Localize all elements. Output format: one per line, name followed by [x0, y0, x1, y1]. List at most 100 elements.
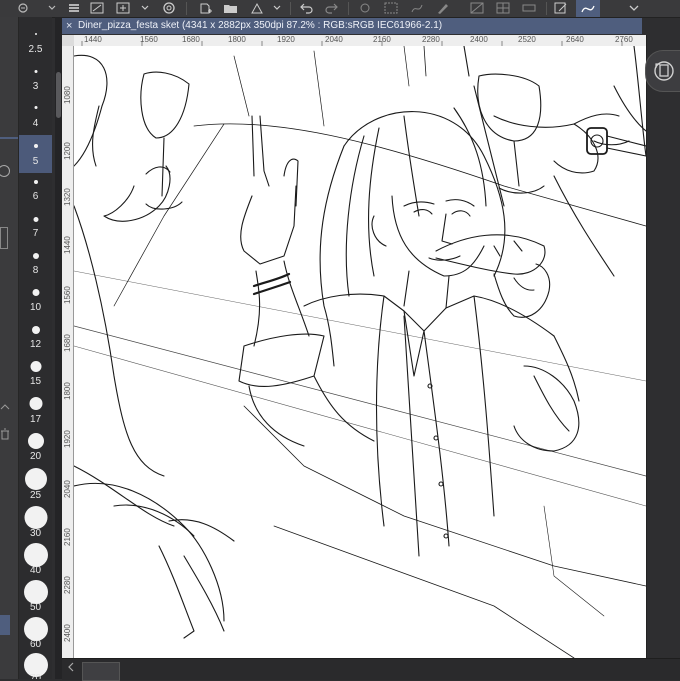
lasso-icon[interactable]: [160, 0, 178, 16]
ruler-label: 2280: [63, 576, 72, 594]
brush-size-item[interactable]: 8: [19, 248, 52, 284]
ruler-label: 2280: [422, 35, 440, 44]
brush-size-list: 2.5 3 4 5 6 7 8 10 12 15 17 20 25 30 40 …: [19, 17, 52, 679]
ruler-label: 1440: [84, 35, 102, 44]
ruler-label: 1800: [228, 35, 246, 44]
ruler-label: 2400: [63, 624, 72, 642]
brush-size-label: 6: [32, 191, 39, 202]
brush-size-label: 5: [32, 156, 39, 167]
brush-size-label: 25: [29, 490, 42, 501]
undo-icon[interactable]: [298, 0, 316, 16]
ruler-label: 1920: [277, 35, 295, 44]
close-icon[interactable]: ×: [66, 18, 72, 34]
brush-size-item[interactable]: 4: [19, 101, 52, 137]
drawing-canvas[interactable]: [74, 46, 646, 658]
brush-size-item[interactable]: 60: [19, 617, 52, 655]
ruler-label: 2400: [470, 35, 488, 44]
brush-size-item[interactable]: 50: [19, 580, 52, 618]
chevron-up-icon[interactable]: [0, 400, 10, 410]
brush-size-label: 30: [29, 528, 42, 539]
transform-icon[interactable]: [356, 0, 374, 16]
brush-size-label: 8: [32, 265, 39, 276]
brush-size-item[interactable]: 30: [19, 506, 52, 544]
create-icon[interactable]: [196, 0, 214, 16]
ruler-label: 1920: [63, 430, 72, 448]
chevron-left-icon[interactable]: [67, 662, 75, 674]
ruler-corner: [62, 35, 74, 46]
open-icon[interactable]: [222, 0, 240, 16]
ruler-label: 2760: [615, 35, 633, 44]
ruler-label: 2160: [63, 528, 72, 546]
brush-size-item[interactable]: 15: [19, 359, 52, 395]
ruler-label: 1080: [63, 86, 72, 104]
chevron-down-icon[interactable]: [272, 0, 282, 16]
ruler-label: 2160: [373, 35, 391, 44]
right-panel: [646, 35, 680, 658]
ruler-label: 2640: [566, 35, 584, 44]
dropdown-icon[interactable]: [48, 0, 56, 16]
scrollbar-thumb[interactable]: [56, 72, 61, 118]
document-tab[interactable]: × Diner_pizza_festa sket (4341 x 2882px …: [62, 18, 642, 34]
brush-size-label: 3: [32, 81, 39, 92]
brush-size-item[interactable]: 10: [19, 285, 52, 321]
brush-size-label: 50: [29, 602, 42, 613]
panel-selected-marker: [0, 615, 10, 635]
ruler-left: 1080 1200 1320 1440 1560 1680 1800 1920 …: [62, 46, 74, 658]
ruler-label: 1560: [140, 35, 158, 44]
chevron-down-icon[interactable]: [140, 0, 150, 16]
brush-size-scrollbar[interactable]: [55, 17, 62, 679]
ruler-label: 2520: [518, 35, 536, 44]
trash-icon[interactable]: [0, 427, 10, 440]
left-tool-panel: [0, 17, 19, 679]
sketch-artwork: [74, 46, 646, 658]
redo-icon[interactable]: [322, 0, 340, 16]
brush-size-item[interactable]: 25: [19, 468, 52, 506]
brush-size-label: 20: [29, 451, 42, 462]
ruler-label: 1800: [63, 382, 72, 400]
rotate-canvas-icon[interactable]: [645, 50, 680, 92]
brush-size-label: 2.5: [28, 44, 43, 55]
canvas-fit-icon[interactable]: [88, 0, 106, 16]
grid-icon[interactable]: [494, 0, 512, 16]
navigator-thumbnail[interactable]: [82, 662, 120, 681]
brush-size-label: 15: [29, 376, 42, 387]
line-icon[interactable]: [576, 0, 600, 17]
brush-size-label: 4: [32, 118, 39, 129]
document-title: Diner_pizza_festa sket (4341 x 2882px 35…: [78, 20, 443, 31]
top-toolbar: [0, 0, 680, 18]
panel-handle-icon[interactable]: [0, 227, 8, 249]
brush-size-label: 12: [29, 339, 42, 350]
settings-icon[interactable]: [0, 165, 10, 177]
brush-size-item[interactable]: 6: [19, 174, 52, 210]
menu-icon[interactable]: [66, 0, 82, 16]
ruler-icon[interactable]: [520, 0, 538, 16]
brush-size-item[interactable]: 17: [19, 396, 52, 432]
brush-size-item[interactable]: 40: [19, 543, 52, 581]
bottom-status-bar: [62, 658, 680, 680]
brush-size-item[interactable]: 2.5: [19, 27, 52, 63]
edit-icon[interactable]: [552, 0, 570, 16]
smooth-icon[interactable]: [408, 0, 426, 16]
rectangle-select-icon[interactable]: [382, 0, 400, 16]
ruler-label: 1680: [63, 334, 72, 352]
brush-size-item[interactable]: 3: [19, 64, 52, 100]
brush-size-label: 70: [29, 673, 42, 679]
brush-size-label: 17: [29, 414, 42, 425]
brush-size-item[interactable]: 12: [19, 322, 52, 358]
brush-size-item[interactable]: 7: [19, 211, 52, 247]
brush-size-item[interactable]: 70: [19, 653, 52, 679]
layer-icon[interactable]: [468, 0, 486, 16]
ruler-label: 1200: [63, 142, 72, 160]
brush-size-label: 40: [29, 565, 42, 576]
ruler-label: 2040: [325, 35, 343, 44]
ruler-label: 1560: [63, 286, 72, 304]
ruler-label: 1440: [63, 236, 72, 254]
chevron-down-icon[interactable]: [626, 0, 642, 16]
new-layer-icon[interactable]: [114, 0, 132, 16]
ruler-label: 1680: [182, 35, 200, 44]
collapse-icon[interactable]: [16, 0, 32, 16]
pen-icon[interactable]: [434, 0, 452, 16]
brush-size-item[interactable]: 20: [19, 433, 52, 469]
brush-size-item-selected[interactable]: 5: [19, 135, 52, 173]
fill-icon[interactable]: [248, 0, 266, 16]
